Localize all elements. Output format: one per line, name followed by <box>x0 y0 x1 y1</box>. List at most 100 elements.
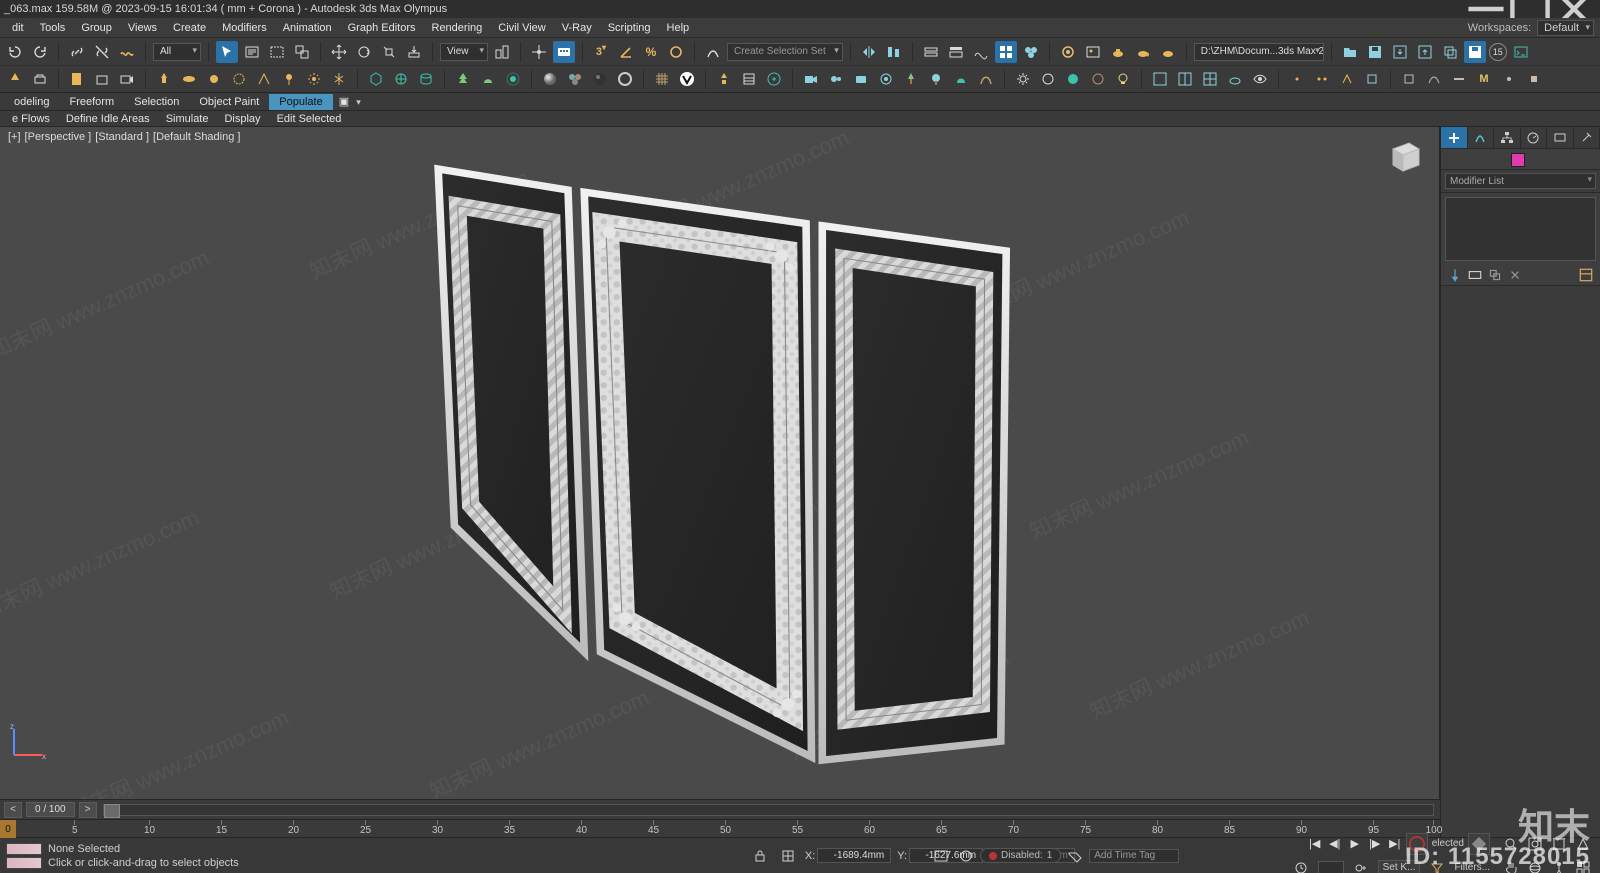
veg-d-icon[interactable] <box>975 68 997 90</box>
arch-icon[interactable] <box>91 68 113 90</box>
light-h-icon[interactable] <box>328 68 350 90</box>
goto-start-button[interactable]: |◀ <box>1306 835 1324 853</box>
snap-3-button[interactable]: 3▾ <box>590 41 612 63</box>
tab-freeform[interactable]: Freeform <box>59 94 124 110</box>
key-mode-button[interactable] <box>1350 857 1372 873</box>
glyph-d-icon[interactable]: M <box>1473 68 1495 90</box>
create-tab[interactable] <box>1441 127 1468 148</box>
modifier-list-dropdown[interactable]: Modifier List <box>1445 173 1596 189</box>
panel-a-icon[interactable] <box>1149 68 1171 90</box>
motion-tab[interactable] <box>1521 127 1548 148</box>
time-ruler[interactable]: 0 5 10 15 20 25 30 35 40 45 50 55 60 65 … <box>0 819 1440 837</box>
undo-button[interactable] <box>4 41 26 63</box>
vray-c-icon[interactable] <box>763 68 785 90</box>
teapot-render-c-button[interactable] <box>1157 41 1179 63</box>
ruler-frame-zero[interactable]: 0 <box>0 820 16 838</box>
export-button[interactable] <box>1414 41 1436 63</box>
save-button[interactable] <box>1364 41 1386 63</box>
mirror-button[interactable] <box>858 41 880 63</box>
import-button[interactable] <box>1389 41 1411 63</box>
light-f-icon[interactable] <box>278 68 300 90</box>
menu-civil-view[interactable]: Civil View <box>490 20 553 36</box>
gear-b-icon[interactable] <box>1037 68 1059 90</box>
utilities-tab[interactable] <box>1574 127 1600 148</box>
panel-c-icon[interactable] <box>1199 68 1221 90</box>
menu-create[interactable]: Create <box>165 20 214 36</box>
tab-populate[interactable]: Populate <box>269 94 332 110</box>
schematic-view-button[interactable] <box>995 41 1017 63</box>
project-path-dropdown[interactable]: D:\ZHM\Docum...3ds Max 202 <box>1194 43 1324 61</box>
abs-rel-button[interactable] <box>777 845 799 867</box>
modify-tab[interactable] <box>1468 127 1495 148</box>
veg-c-icon[interactable] <box>950 68 972 90</box>
menu-animation[interactable]: Animation <box>275 20 340 36</box>
panel-b-icon[interactable] <box>1174 68 1196 90</box>
edit-named-sel-button[interactable] <box>702 41 724 63</box>
unlink-button[interactable] <box>91 41 113 63</box>
veg-a-icon[interactable] <box>900 68 922 90</box>
menu-edit[interactable]: dit <box>4 20 32 36</box>
pivot-center-button[interactable] <box>491 41 513 63</box>
keyboard-shortcut-override-button[interactable] <box>553 41 575 63</box>
workspace-dropdown[interactable]: Default <box>1537 20 1594 36</box>
zoom-ext-button[interactable] <box>1548 833 1570 855</box>
autosave-toggle-button[interactable] <box>1464 41 1486 63</box>
misc-b-button[interactable] <box>29 68 51 90</box>
time-knob[interactable] <box>104 804 120 818</box>
zoom-button[interactable] <box>1500 833 1522 855</box>
menu-tools[interactable]: Tools <box>32 20 74 36</box>
zoom-all-button[interactable] <box>1524 833 1546 855</box>
material-editor-button[interactable] <box>1020 41 1042 63</box>
eye-icon[interactable] <box>1249 68 1271 90</box>
populate-edit[interactable]: Edit Selected <box>269 112 350 126</box>
hierarchy-tab[interactable] <box>1494 127 1521 148</box>
multi-sphere-icon[interactable] <box>564 68 586 90</box>
tab-object-paint[interactable]: Object Paint <box>189 94 269 110</box>
bulb-icon[interactable] <box>1112 68 1134 90</box>
light-a-icon[interactable] <box>153 68 175 90</box>
light-d-icon[interactable] <box>228 68 250 90</box>
time-config-button[interactable] <box>1290 857 1312 873</box>
vray-logo-icon[interactable] <box>676 68 698 90</box>
max-toggle-button[interactable] <box>1572 857 1594 873</box>
set-key-large-button[interactable] <box>1468 833 1490 855</box>
tree-b-icon[interactable] <box>477 68 499 90</box>
glyph-c-icon[interactable] <box>1448 68 1470 90</box>
geo-c-icon[interactable] <box>415 68 437 90</box>
grid-icon[interactable] <box>651 68 673 90</box>
glyph-e-icon[interactable] <box>1498 68 1520 90</box>
teapot-x-icon[interactable] <box>1224 68 1246 90</box>
display-tab[interactable] <box>1547 127 1574 148</box>
gear-d-icon[interactable] <box>1087 68 1109 90</box>
selection-filter-dropdown[interactable]: All <box>153 43 201 61</box>
populate-simulate[interactable]: Simulate <box>158 112 217 126</box>
next-frame-button[interactable]: |▶ <box>1366 835 1384 853</box>
ring-sphere-icon[interactable] <box>614 68 636 90</box>
percent-snap-button[interactable]: % <box>640 41 662 63</box>
time-next-button[interactable]: > <box>79 802 97 818</box>
menu-group[interactable]: Group <box>73 20 120 36</box>
populate-display[interactable]: Display <box>216 112 268 126</box>
menu-rendering[interactable]: Rendering <box>424 20 491 36</box>
gear-c-icon[interactable] <box>1062 68 1084 90</box>
vray-a-icon[interactable] <box>713 68 735 90</box>
time-track[interactable] <box>103 804 1434 816</box>
render-setup-button[interactable] <box>1057 41 1079 63</box>
script-listener-button[interactable] <box>1510 41 1532 63</box>
cam-c-icon[interactable] <box>850 68 872 90</box>
cam-b-icon[interactable] <box>825 68 847 90</box>
camera-icon[interactable] <box>116 68 138 90</box>
vray-b-icon[interactable] <box>738 68 760 90</box>
pt-a-icon[interactable] <box>1286 68 1308 90</box>
glyph-a-icon[interactable] <box>1398 68 1420 90</box>
object-color-swatch[interactable] <box>1511 153 1525 167</box>
lock-selection-button[interactable] <box>749 845 771 867</box>
menu-graph-editors[interactable]: Graph Editors <box>340 20 424 36</box>
light-g-icon[interactable] <box>303 68 325 90</box>
time-slider[interactable]: < 0 / 100 > <box>0 799 1440 819</box>
misc-a-button[interactable] <box>4 68 26 90</box>
glyph-b-icon[interactable] <box>1423 68 1445 90</box>
copy-scene-button[interactable] <box>1439 41 1461 63</box>
glyph-f-icon[interactable] <box>1523 68 1545 90</box>
menu-vray[interactable]: V-Ray <box>554 20 600 36</box>
